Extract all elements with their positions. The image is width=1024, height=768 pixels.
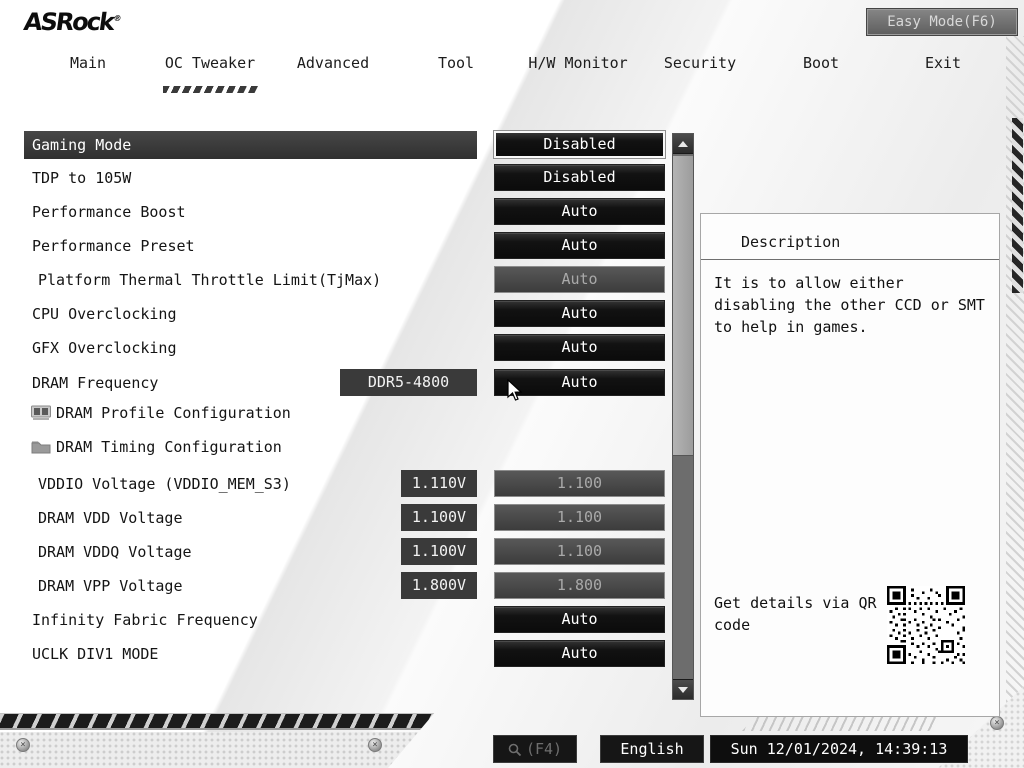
value-button-performance-boost[interactable]: Auto [494,198,665,225]
triangle-up-icon [678,141,688,147]
tab-exit[interactable]: Exit [925,54,961,72]
setting-row: DRAM VPP Voltage 1.800V 1.800 [0,572,700,600]
value-button-infinity-fabric-frequency[interactable]: Auto [494,606,665,633]
submenu-dram-timing-configuration[interactable]: DRAM Timing Configuration [56,433,282,461]
setting-label-dram-frequency[interactable]: DRAM Frequency [24,369,158,397]
setting-label-gfx-overclocking[interactable]: GFX Overclocking [24,334,177,362]
tab-main[interactable]: Main [70,54,106,72]
setting-label-infinity-fabric-frequency[interactable]: Infinity Fabric Frequency [24,606,258,634]
asrock-logo: ASRock® [22,8,123,36]
setting-label-performance-preset[interactable]: Performance Preset [24,232,195,260]
setting-row: GFX Overclocking Auto [0,334,700,362]
dram-vpp-current-value: 1.800V [401,572,477,599]
dimm-icon [31,405,51,421]
description-divider [701,259,999,260]
setting-row: Infinity Fabric Frequency Auto [0,606,700,634]
setting-row: DRAM Frequency DDR5-4800 Auto [0,369,700,397]
value-button-dram-vddq-voltage: 1.100 [494,538,665,565]
submenu-dram-profile-configuration[interactable]: DRAM Profile Configuration [56,399,291,427]
value-button-performance-preset[interactable]: Auto [494,232,665,259]
right-edge-hazard-stripes [1012,118,1023,293]
setting-row: Performance Preset Auto [0,232,700,260]
easy-mode-button[interactable]: Easy Mode(F6) [866,8,1018,36]
setting-row: TDP to 105W Disabled [0,164,700,192]
screw-icon: × [16,738,30,752]
screw-icon: × [368,738,382,752]
setting-label-vddio-voltage: VDDIO Voltage (VDDIO_MEM_S3) [38,475,291,493]
value-button-dram-vdd-voltage: 1.100 [494,504,665,531]
folder-icon [31,439,51,455]
description-title: Description [741,233,841,251]
setting-row: CPU Overclocking Auto [0,300,700,328]
qr-code [887,586,965,664]
description-panel: Description It is to allow either disabl… [700,213,1000,717]
value-button-dram-vpp-voltage: 1.800 [494,572,665,599]
mouse-cursor [507,378,524,406]
setting-row: Performance Boost Auto [0,198,700,226]
setting-row: Gaming Mode Disabled [0,131,700,159]
value-button-gfx-overclocking[interactable]: Auto [494,334,665,361]
screw-icon: × [990,716,1004,730]
scroll-down-button[interactable] [673,679,693,699]
setting-label-dram-vpp-voltage: DRAM VPP Voltage [38,577,183,595]
setting-label-dram-vdd-voltage: DRAM VDD Voltage [38,509,183,527]
tab-boot[interactable]: Boot [803,54,839,72]
search-button[interactable]: (F4) [493,735,577,763]
qr-code-label: Get details via QR code [714,594,877,634]
setting-label-gaming-mode[interactable]: Gaming Mode [24,131,477,159]
dram-vddq-current-value: 1.100V [401,538,477,565]
settings-scrollbar[interactable] [672,133,694,700]
active-tab-underline [163,86,258,93]
setting-label-uclk-div1-mode[interactable]: UCLK DIV1 MODE [24,640,158,668]
value-button-uclk-div1-mode[interactable]: Auto [494,640,665,667]
setting-row: VDDIO Voltage (VDDIO_MEM_S3) 1.110V 1.10… [0,470,700,498]
hazard-stripe-band [0,713,436,730]
setting-label-platform-thermal-limit: Platform Thermal Throttle Limit(TjMax) [38,271,382,289]
registered-mark: ® [112,14,123,23]
value-button-platform-thermal-limit: Auto [494,266,665,293]
value-button-vddio-voltage: 1.100 [494,470,665,497]
tab-hw-monitor[interactable]: H/W Monitor [528,54,627,72]
dram-frequency-current-value: DDR5-4800 [340,369,477,396]
setting-label-dram-vddq-voltage: DRAM VDDQ Voltage [38,543,192,561]
search-hotkey-label: (F4) [525,740,563,758]
setting-row: UCLK DIV1 MODE Auto [0,640,700,668]
value-button-tdp-105w[interactable]: Disabled [494,164,665,191]
tab-security[interactable]: Security [664,54,736,72]
datetime-display: Sun 12/01/2024, 14:39:13 [710,735,968,763]
setting-row: Platform Thermal Throttle Limit(TjMax) A… [0,266,700,294]
tab-oc-tweaker[interactable]: OC Tweaker [165,54,255,72]
scrollbar-thumb[interactable] [673,156,693,456]
setting-row: DRAM VDD Voltage 1.100V 1.100 [0,504,700,532]
value-button-cpu-overclocking[interactable]: Auto [494,300,665,327]
scroll-up-button[interactable] [673,134,693,154]
vddio-voltage-current-value: 1.110V [401,470,477,497]
setting-row: DRAM VDDQ Voltage 1.100V 1.100 [0,538,700,566]
tab-tool[interactable]: Tool [438,54,474,72]
setting-row: DRAM Timing Configuration [0,433,700,461]
dram-vdd-current-value: 1.100V [401,504,477,531]
search-icon [508,743,522,757]
setting-label-tdp-105w[interactable]: TDP to 105W [24,164,131,192]
bios-screen: × × × ASRock® Easy Mode(F6) Main OC Twea… [0,0,1024,768]
tab-advanced[interactable]: Advanced [297,54,369,72]
setting-label-performance-boost[interactable]: Performance Boost [24,198,186,226]
language-button[interactable]: English [600,735,704,763]
setting-row: DRAM Profile Configuration [0,399,700,427]
description-text: It is to allow either disabling the othe… [714,274,985,336]
value-button-gaming-mode[interactable]: Disabled [494,131,665,158]
triangle-down-icon [678,687,688,693]
setting-label-cpu-overclocking[interactable]: CPU Overclocking [24,300,177,328]
